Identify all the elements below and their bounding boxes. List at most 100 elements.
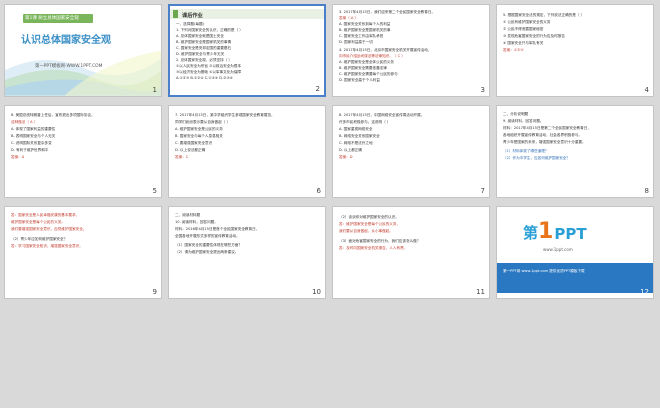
text-line: （1）国家安全的重要性体现在哪些方面？ — [175, 243, 242, 247]
slide-thumbnail[interactable]: 课后作业 一、选择题(每题) 1. 下列对国家安全的认识，正确的是（ ） A. … — [168, 4, 326, 97]
slide-thumbnail[interactable]: 答：国家安全是人民幸福安康的基本要求， 维护国家安全是每个公民的义务。 我们要增… — [4, 206, 162, 299]
answer-line: 答案：C — [175, 155, 189, 159]
slide-number: 2 — [315, 85, 320, 93]
answer-line: 答：及时向国家安全机关报告，人人有责。 — [339, 246, 408, 250]
brand-logo: 第 1 PPT — [523, 219, 587, 244]
slide-number: 12 — [640, 288, 649, 296]
answer-line: 答案（ A ） — [339, 16, 359, 20]
slide-title: 认识总体国家安全观 — [21, 35, 111, 46]
footer-banner — [497, 263, 653, 293]
text-line: 各地组织开展宣传教育活动，社会各界积极参与。 — [503, 133, 583, 137]
slide-number: 10 — [312, 288, 321, 296]
text-line: 6. 美国总统特朗普上任后，宣布退出多项国际协议， — [11, 113, 95, 117]
slide-number: 9 — [152, 288, 157, 296]
logo-digit: 1 — [538, 219, 554, 244]
answer-line: 答：学习国家安全知识，增强国家安全意识。 — [11, 244, 83, 248]
text-line: B. 维护国家安全需要依靠法律 — [339, 66, 387, 70]
text-line: C. 要增强国家安全意识 — [175, 141, 213, 145]
text-line: A. 维护国家安全是公民的义务 — [175, 127, 223, 131]
slide-number: 6 — [316, 187, 321, 195]
answer-line: 这种做法（ A ） — [11, 120, 38, 124]
text-line: ③以经济安全为基础 ④以军事文化为保障 — [176, 70, 242, 74]
text-line: A. 国家重视网络安全 — [339, 127, 373, 131]
answer-line: 我们要增强国家安全意识，自觉维护国家安全。 — [11, 227, 87, 231]
text-line: 二、阅读材料题 — [175, 213, 201, 217]
slide-thumbnail[interactable]: 5. 根据国家安全法的规定，下列说法正确的是（ ） ① 公民有维护国家安全的义务… — [496, 4, 654, 97]
text-line: C. 说明国际关系复杂多变 — [11, 141, 52, 145]
logo-url: www.1ppt.com — [543, 247, 573, 252]
slide-number: 7 — [480, 187, 485, 195]
text-line: A. 国家安全关系到每个人的利益 — [339, 22, 391, 26]
text-line: （2）谈谈你对维护国家安全的认识。 — [339, 215, 399, 219]
answer-line: 答案：A — [11, 155, 25, 159]
text-line: B. 维护国家安全是国家机关的事 — [339, 28, 391, 32]
slide-thumbnail[interactable]: 8. 2017年4月15日，中国网络安全宣传周活动开展， 许多市民积极参与。这说… — [332, 105, 490, 198]
text-line: （2）请为维护国家安全提出两条建议。 — [175, 250, 239, 254]
text-line: ① 公民有维护国家安全的义务 — [503, 20, 551, 24]
slide-number: 5 — [152, 187, 157, 195]
text-line: D. 维护国家安全与青少年无关 — [176, 52, 225, 56]
slide-thumbnail[interactable]: （2）谈谈你对维护国家安全的认识。 答：维护国家安全是每个公民的义务， 我们要从… — [332, 206, 490, 299]
text-line: D. 以上说法都正确 — [175, 148, 206, 152]
text-line: A. 维护国家安全是全体公民的义务 — [339, 60, 394, 64]
slide-sorter-grid: 第1课 树立总体国家安全观 认识总体国家安全观 第一PPT模板网-WWW.1PP… — [4, 4, 656, 404]
text-line: 全国各地开展形式多样的宣传教育活动。 — [175, 234, 240, 238]
text-line: D. 国家利益高于一切 — [339, 40, 373, 44]
answer-line: 向市民介绍反间谍法等法律知识。（ C ） — [339, 54, 405, 58]
text-line: 材料：2017年4月15日是第二个全民国家安全教育日， — [503, 126, 591, 130]
slide-thumbnail[interactable]: 6. 美国总统特朗普上任后，宣布退出多项国际协议， 这种做法（ A ） A. 体… — [4, 105, 162, 198]
slide-heading: 课后作业 — [182, 13, 203, 19]
text-line: D. 有利于维护世界和平 — [11, 148, 49, 152]
text-line: 10. 阅读材料，回答问题。 — [175, 220, 218, 224]
text-line: 9. 阅读材料，回答问题。 — [503, 119, 544, 123]
text-line: B. 网络安全关系国家安全 — [339, 134, 380, 138]
slide-thumbnail[interactable]: 二、分析说明题 9. 阅读材料，回答问题。 材料：2017年4月15日是第二个全… — [496, 105, 654, 198]
text-line: 2. 总体国家安全观，必须坚持（ ） — [176, 58, 233, 62]
text-line: 7. 2017年4月15日，某中学组织学生参观国家安全教育展览， — [175, 113, 275, 117]
slide-thumbnail[interactable]: 二、阅读材料题 10. 阅读材料，回答问题。 材料：2016年4月15日是首个全… — [168, 206, 326, 299]
text-line: 青少年是国家的未来，增强国家安全意识十分重要。 — [503, 140, 586, 144]
answer-line: 答案：①②③ — [503, 48, 524, 52]
text-line: A. 总体国家安全就是国土安全 — [176, 34, 224, 38]
text-line: A. 体现了国家利益的重要性 — [11, 127, 56, 131]
text-line: （2）青少年应如何维护国家安全？ — [11, 237, 68, 241]
banner-text: 第一PPT网 www.1ppt.com 提供优质PPT模板下载 — [503, 269, 585, 273]
answer-line: 答：国家安全是人民幸福安康的基本要求， — [11, 213, 80, 217]
text-line: 同学们纷纷表示要从自身做起（ ） — [175, 120, 231, 124]
slide-thumbnail[interactable]: 第1课 树立总体国家安全观 认识总体国家安全观 第一PPT模板网-WWW.1PP… — [4, 4, 162, 97]
slide-thumbnail[interactable]: 3. 2017年4月15日，我们迎来第二个全民国家安全教育日。 答案（ A ） … — [332, 4, 490, 97]
slide-number: 11 — [476, 288, 485, 296]
slide-footer: 第一PPT模板网-WWW.1PPT.COM — [35, 64, 103, 69]
logo-prefix: 第 — [523, 224, 539, 242]
slide-number: 8 — [644, 187, 649, 195]
text-line: B. 维护国家安全是国家机关的事情 — [176, 40, 232, 44]
slide-thumbnail[interactable]: 7. 2017年4月15日，某中学组织学生参观国家安全教育展览， 同学们纷纷表示… — [168, 105, 326, 198]
text-line: 5. 根据国家安全法的规定，下列说法正确的是（ ） — [503, 13, 585, 17]
text-line: 4. 2017年4月15日，北京市国家安全机关开展宣传活动， — [339, 48, 432, 52]
text-line: C. 网络不是法外之地 — [339, 141, 373, 145]
slide-number: 4 — [644, 86, 649, 94]
text-line: ①以人民安全为宗旨 ②以政治安全为根本 — [176, 64, 242, 68]
text-line: B. 表明国家安全与个人无关 — [11, 134, 56, 138]
heading-accent — [173, 10, 178, 18]
text-line: 3. 2017年4月15日，我们迎来第二个全民国家安全教育日。 — [339, 10, 436, 14]
text-line: B. 国家安全与每个人息息相关 — [175, 134, 223, 138]
text-line: ④ 国家安全只与军队有关 — [503, 41, 544, 45]
slide-thumbnail[interactable]: 第 1 PPT www.1ppt.com 第一PPT网 www.1ppt.com… — [496, 206, 654, 299]
answer-line: 答：维护国家安全是每个公民的义务， — [339, 222, 401, 226]
text-line: 1. 下列对国家安全的认识，正确的是（ ） — [176, 28, 243, 32]
question-line: （1）材料体现了哪些道理？ — [503, 149, 549, 153]
text-line: 材料：2016年4月15日是首个全民国家安全教育日， — [175, 227, 260, 231]
text-line: C. 国家安全工作由军队承担 — [339, 34, 384, 38]
text-line: 二、分析说明题 — [503, 112, 529, 116]
question-line: （2）作为中学生，应如何维护国家安全？ — [503, 156, 570, 160]
text-line: D. 国家安全高于个人利益 — [339, 78, 380, 82]
text-line: A.①②③ B.①②④ C.①③④ D.②③④ — [176, 76, 233, 80]
answer-line: 我们要从自身做起，从小事做起。 — [339, 229, 393, 233]
lesson-label: 第1课 树立总体国家安全观 — [25, 16, 79, 21]
slide-number: 3 — [480, 86, 485, 94]
slide-number: 1 — [152, 86, 157, 94]
text-line: ② 公民不得泄露国家秘密 — [503, 27, 544, 31]
logo-suffix: PPT — [554, 225, 587, 243]
text-line: 8. 2017年4月15日，中国网络安全宣传周活动开展， — [339, 113, 425, 117]
